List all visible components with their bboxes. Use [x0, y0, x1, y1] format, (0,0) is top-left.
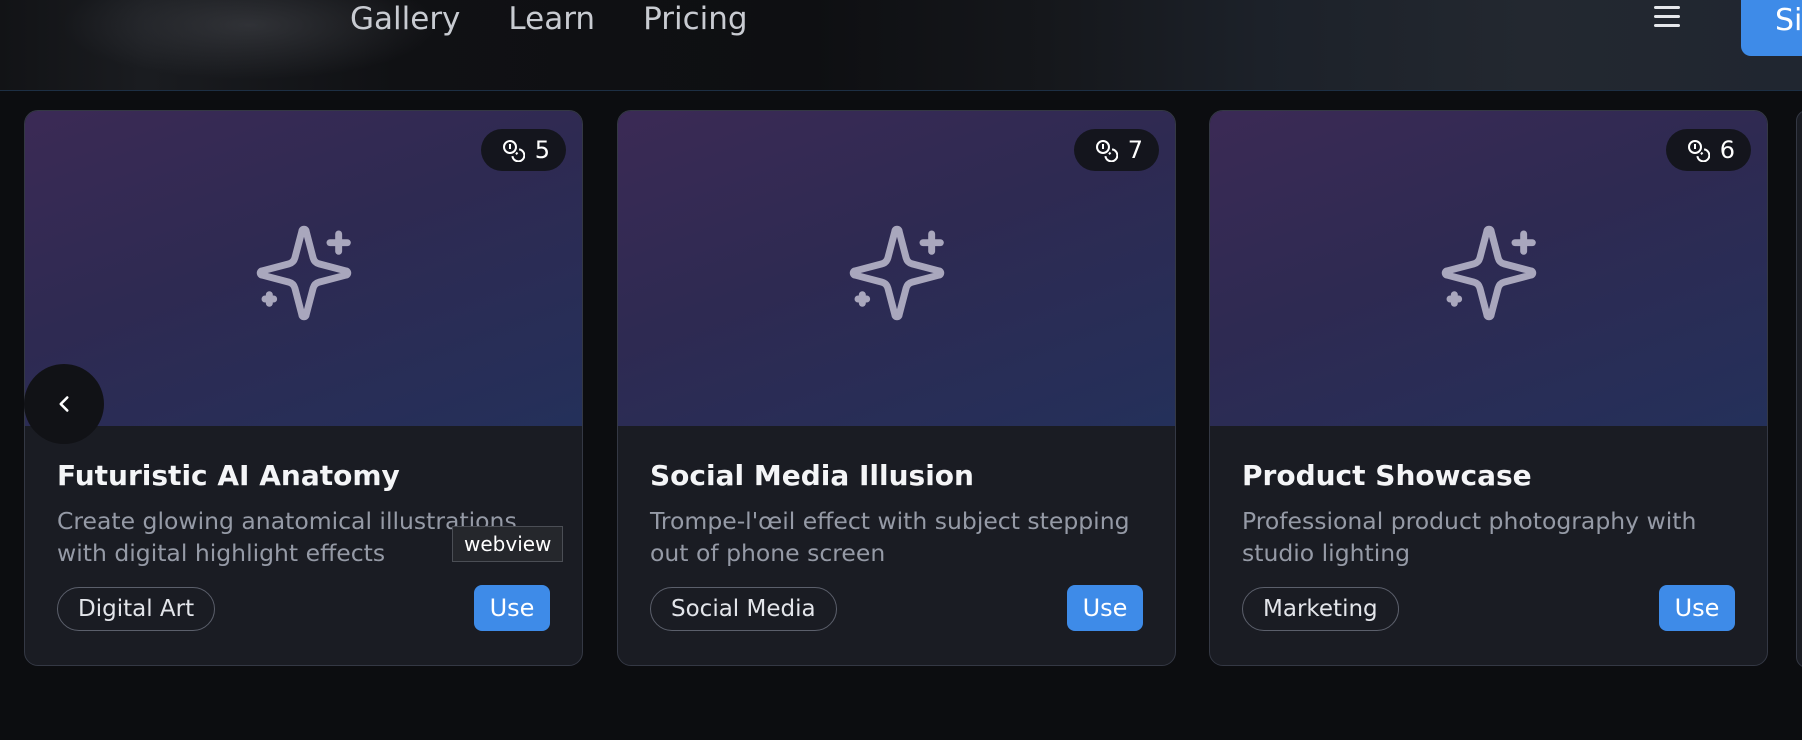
card-title: Product Showcase	[1242, 459, 1532, 492]
sign-in-button[interactable]: Sig	[1741, 0, 1802, 56]
use-button[interactable]: Use	[1659, 585, 1735, 631]
main-nav: Gallery Learn Pricing	[350, 0, 748, 38]
template-card[interactable]: 6 Product Showcase Professional product …	[1209, 110, 1768, 666]
sparkles-icon	[256, 225, 351, 321]
use-button[interactable]: Use	[1067, 585, 1143, 631]
hamburger-menu-icon[interactable]	[1654, 6, 1682, 34]
use-button[interactable]: Use	[474, 585, 550, 631]
card-description: Professional product photography with st…	[1242, 507, 1697, 567]
nav-link-gallery[interactable]: Gallery	[350, 0, 460, 38]
next-card-edge	[1796, 110, 1802, 668]
card-title: Futuristic AI Anatomy	[57, 459, 400, 492]
template-card[interactable]: 7 Social Media Illusion Trompe-l'œil eff…	[617, 110, 1176, 666]
credits-count: 7	[1127, 136, 1143, 164]
card-title: Social Media Illusion	[650, 459, 974, 492]
nav-link-pricing[interactable]: Pricing	[643, 0, 748, 38]
credits-badge: 7	[1073, 129, 1159, 171]
credits-badge: 6	[1665, 129, 1751, 171]
credits-count: 5	[534, 136, 550, 164]
coins-icon	[1095, 140, 1118, 162]
sparkles-icon	[1441, 225, 1536, 321]
carousel-prev-button[interactable]	[24, 364, 104, 444]
credits-badge: 5	[480, 129, 566, 171]
card-description: Trompe-l'œil effect with subject steppin…	[650, 507, 1130, 567]
template-card[interactable]: 5 Futuristic AI Anatomy Create glowing a…	[24, 110, 583, 666]
top-navigation-bar: Gallery Learn Pricing Sig	[0, 0, 1802, 91]
card-image-placeholder: 5	[25, 111, 582, 426]
webview-tooltip: webview	[452, 526, 564, 562]
coins-icon	[1687, 140, 1710, 162]
coins-icon	[502, 140, 525, 162]
category-tag[interactable]: Social Media	[650, 587, 837, 631]
nav-link-learn[interactable]: Learn	[508, 0, 595, 38]
sparkles-icon	[849, 225, 944, 321]
chevron-left-icon	[59, 396, 69, 412]
category-tag[interactable]: Marketing	[1242, 587, 1399, 631]
credits-count: 6	[1719, 136, 1735, 164]
category-tag[interactable]: Digital Art	[57, 587, 216, 631]
card-image-placeholder: 6	[1210, 111, 1767, 426]
card-image-placeholder: 7	[618, 111, 1175, 426]
